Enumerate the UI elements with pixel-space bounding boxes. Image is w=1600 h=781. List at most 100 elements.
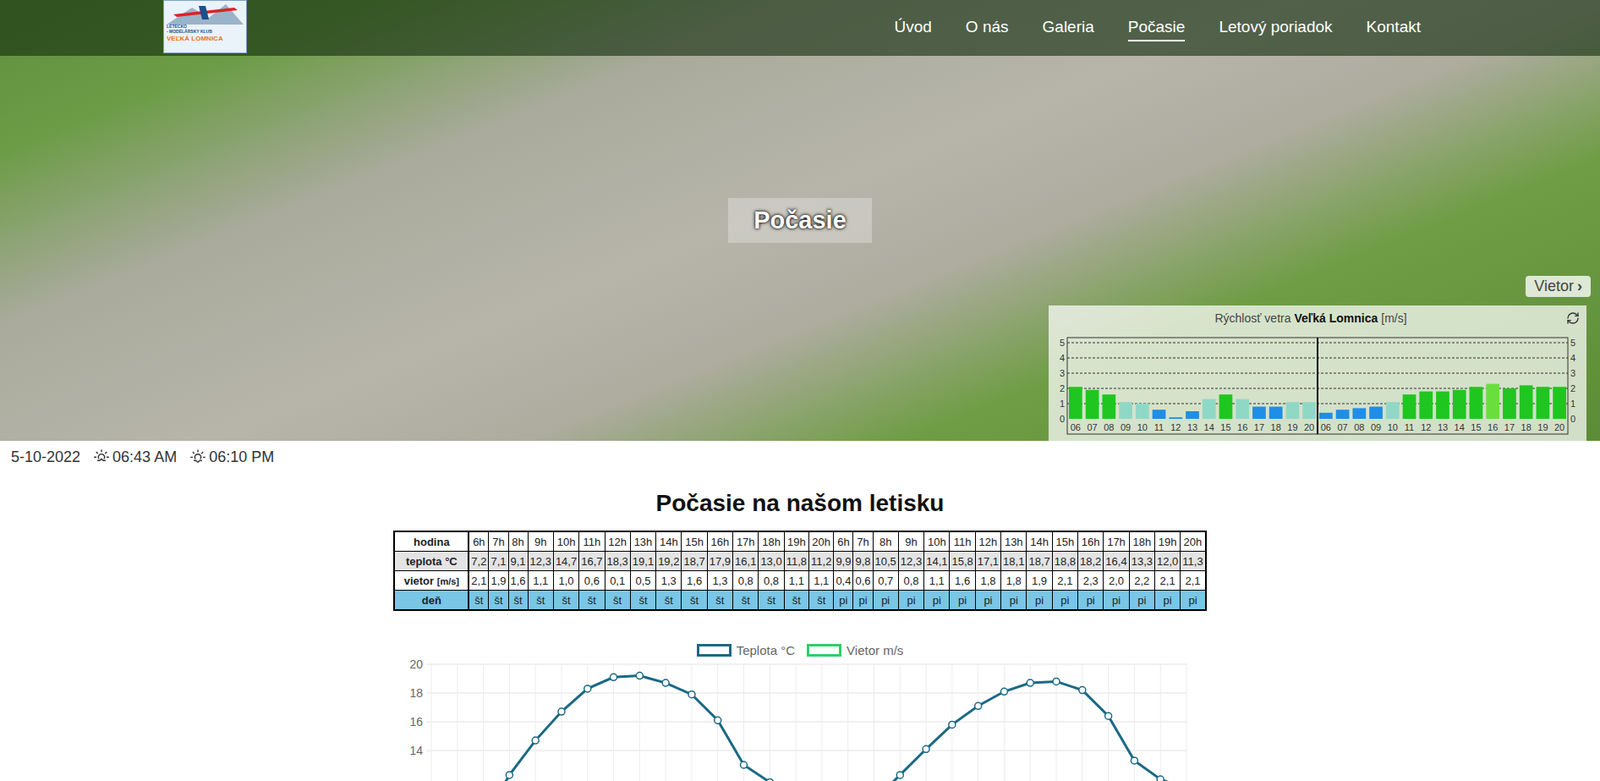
nav-link[interactable]: Kontakt: [1366, 14, 1421, 42]
table-cell: 7h: [488, 531, 509, 552]
legend-item[interactable]: Vietor m/s: [806, 642, 904, 658]
row-header: vietor [m/s]: [394, 570, 469, 591]
page: LETECKO- MODELÁRSKY KLUBVEĽKÁ LOMNICA Úvo…: [0, 0, 1600, 781]
chart-point: [1105, 712, 1113, 719]
svg-text:13: 13: [1437, 421, 1448, 433]
table-row: teplota °C7,27,19,112,314,716,718,319,11…: [394, 551, 1206, 571]
wind-bar: [1519, 384, 1534, 419]
table-cell: 1,1: [527, 570, 554, 591]
table-cell: 9h: [527, 531, 554, 552]
legend-swatch: [806, 643, 842, 657]
chart-block: Teplota °CVietor m/s20181614: [0, 642, 1600, 781]
table-cell: 20h: [1180, 531, 1206, 552]
legend-item[interactable]: Teplota °C: [696, 642, 795, 658]
table-cell: 11,2: [809, 551, 834, 571]
table-cell: 2,1: [468, 570, 489, 591]
table-cell: pi: [1001, 590, 1027, 611]
svg-text:08: 08: [1353, 421, 1365, 433]
table-cell: 18,7: [1026, 551, 1053, 571]
table-cell: 10h: [553, 531, 579, 552]
svg-text:14: 14: [1454, 421, 1465, 433]
date: 5-10-2022: [10, 448, 81, 466]
table-cell: št: [656, 590, 682, 611]
table-cell: 1,9: [488, 570, 509, 591]
chart-point: [922, 745, 930, 752]
svg-text:11: 11: [1404, 421, 1414, 433]
table-cell: pi: [1052, 590, 1078, 611]
table-cell: št: [527, 590, 554, 611]
wind-bar: [1135, 403, 1150, 419]
hero: LETECKO- MODELÁRSKY KLUBVEĽKÁ LOMNICA Úvo…: [0, 0, 1600, 441]
wind-bar: [1118, 401, 1133, 419]
table-row: deňštštštštštštštštštštštštštštštpipipip…: [394, 590, 1206, 611]
table-cell: pi: [1078, 590, 1104, 611]
svg-text:16: 16: [1487, 421, 1498, 433]
table-cell: 0,4: [833, 570, 854, 591]
table-cell: 1,3: [706, 570, 733, 591]
wind-bar: [1469, 386, 1484, 419]
table-cell: 17,9: [706, 551, 733, 571]
table-cell: 18,3: [604, 551, 631, 571]
chart-point: [766, 778, 773, 781]
svg-text:16: 16: [409, 714, 423, 729]
wind-bar: [1185, 410, 1200, 419]
table-cell: 8h: [872, 531, 899, 552]
svg-text:18: 18: [1271, 421, 1282, 433]
wind-bar: [1269, 406, 1283, 419]
table-cell: 19h: [783, 531, 809, 552]
chart-point: [1079, 686, 1086, 694]
table-cell: št: [809, 590, 834, 611]
nav-link[interactable]: Galeria: [1042, 14, 1095, 42]
table-cell: 16,4: [1103, 551, 1129, 571]
table-cell: 16h: [1078, 531, 1104, 552]
table-cell: 11h: [579, 531, 605, 552]
table-cell: 1,8: [975, 570, 1001, 591]
table-cell: št: [488, 590, 509, 611]
table-cell: 0,8: [898, 570, 924, 591]
chart-point: [505, 771, 513, 779]
table-cell: 2,1: [1052, 570, 1078, 591]
table-cell: 17h: [1103, 531, 1129, 552]
nav-link[interactable]: Letový poriadok: [1218, 14, 1332, 42]
svg-text:07: 07: [1086, 421, 1097, 433]
wind-bar: [1319, 412, 1333, 419]
chart-point: [688, 690, 696, 698]
svg-text:5: 5: [1570, 337, 1576, 348]
svg-text:17: 17: [1254, 421, 1265, 433]
refresh-icon[interactable]: [1566, 311, 1580, 325]
nav-link[interactable]: Úvod: [893, 14, 932, 42]
table-cell: 9,9: [833, 551, 854, 571]
table-cell: 0,8: [758, 570, 784, 591]
info-row: 5-10-202206:43 AM06:10 PM: [0, 440, 1600, 473]
table-cell: 2,2: [1128, 570, 1155, 591]
nav-link[interactable]: Počasie: [1128, 14, 1186, 42]
wind-bar: [1152, 409, 1167, 419]
svg-text:12: 12: [1420, 421, 1431, 433]
svg-text:2: 2: [1570, 383, 1576, 394]
svg-text:0: 0: [1059, 413, 1065, 424]
svg-text:3: 3: [1570, 367, 1576, 379]
wind-widget: Rýchlosť vetraVeľká Lomnica[m/s]00112233…: [1048, 305, 1587, 441]
wind-bar: [1386, 401, 1400, 419]
wind-header: Rýchlosť vetraVeľká Lomnica[m/s]: [1055, 306, 1580, 329]
table-cell: 15,8: [949, 551, 976, 571]
table-cell: 12,0: [1154, 551, 1180, 571]
table-cell: 1,1: [783, 570, 809, 591]
chart-point: [1052, 677, 1060, 685]
nav-bar: LETECKO- MODELÁRSKY KLUBVEĽKÁ LOMNICA Úvo…: [0, 0, 1600, 56]
table-cell: pi: [1180, 590, 1206, 611]
weather-table: hodina6h7h8h9h10h11h12h13h14h15h16h17h18…: [393, 530, 1206, 611]
table-cell: 13,3: [1128, 551, 1155, 571]
club-logo[interactable]: LETECKO- MODELÁRSKY KLUBVEĽKÁ LOMNICA: [163, 0, 247, 54]
logo-text: VEĽKÁ LOMNICA: [166, 34, 244, 43]
svg-text:09: 09: [1120, 421, 1131, 433]
wind-button[interactable]: Vietor›: [1525, 275, 1591, 297]
plane-logo-icon: [166, 2, 244, 25]
chart-point: [531, 736, 539, 744]
wind-bar: [1202, 399, 1217, 419]
table-cell: pi: [1026, 590, 1053, 611]
nav-link[interactable]: O nás: [965, 14, 1009, 42]
wind-title: Rýchlosť vetraVeľká Lomnica[m/s]: [1055, 311, 1567, 325]
table-cell: št: [553, 590, 579, 611]
chart-point: [975, 701, 982, 709]
